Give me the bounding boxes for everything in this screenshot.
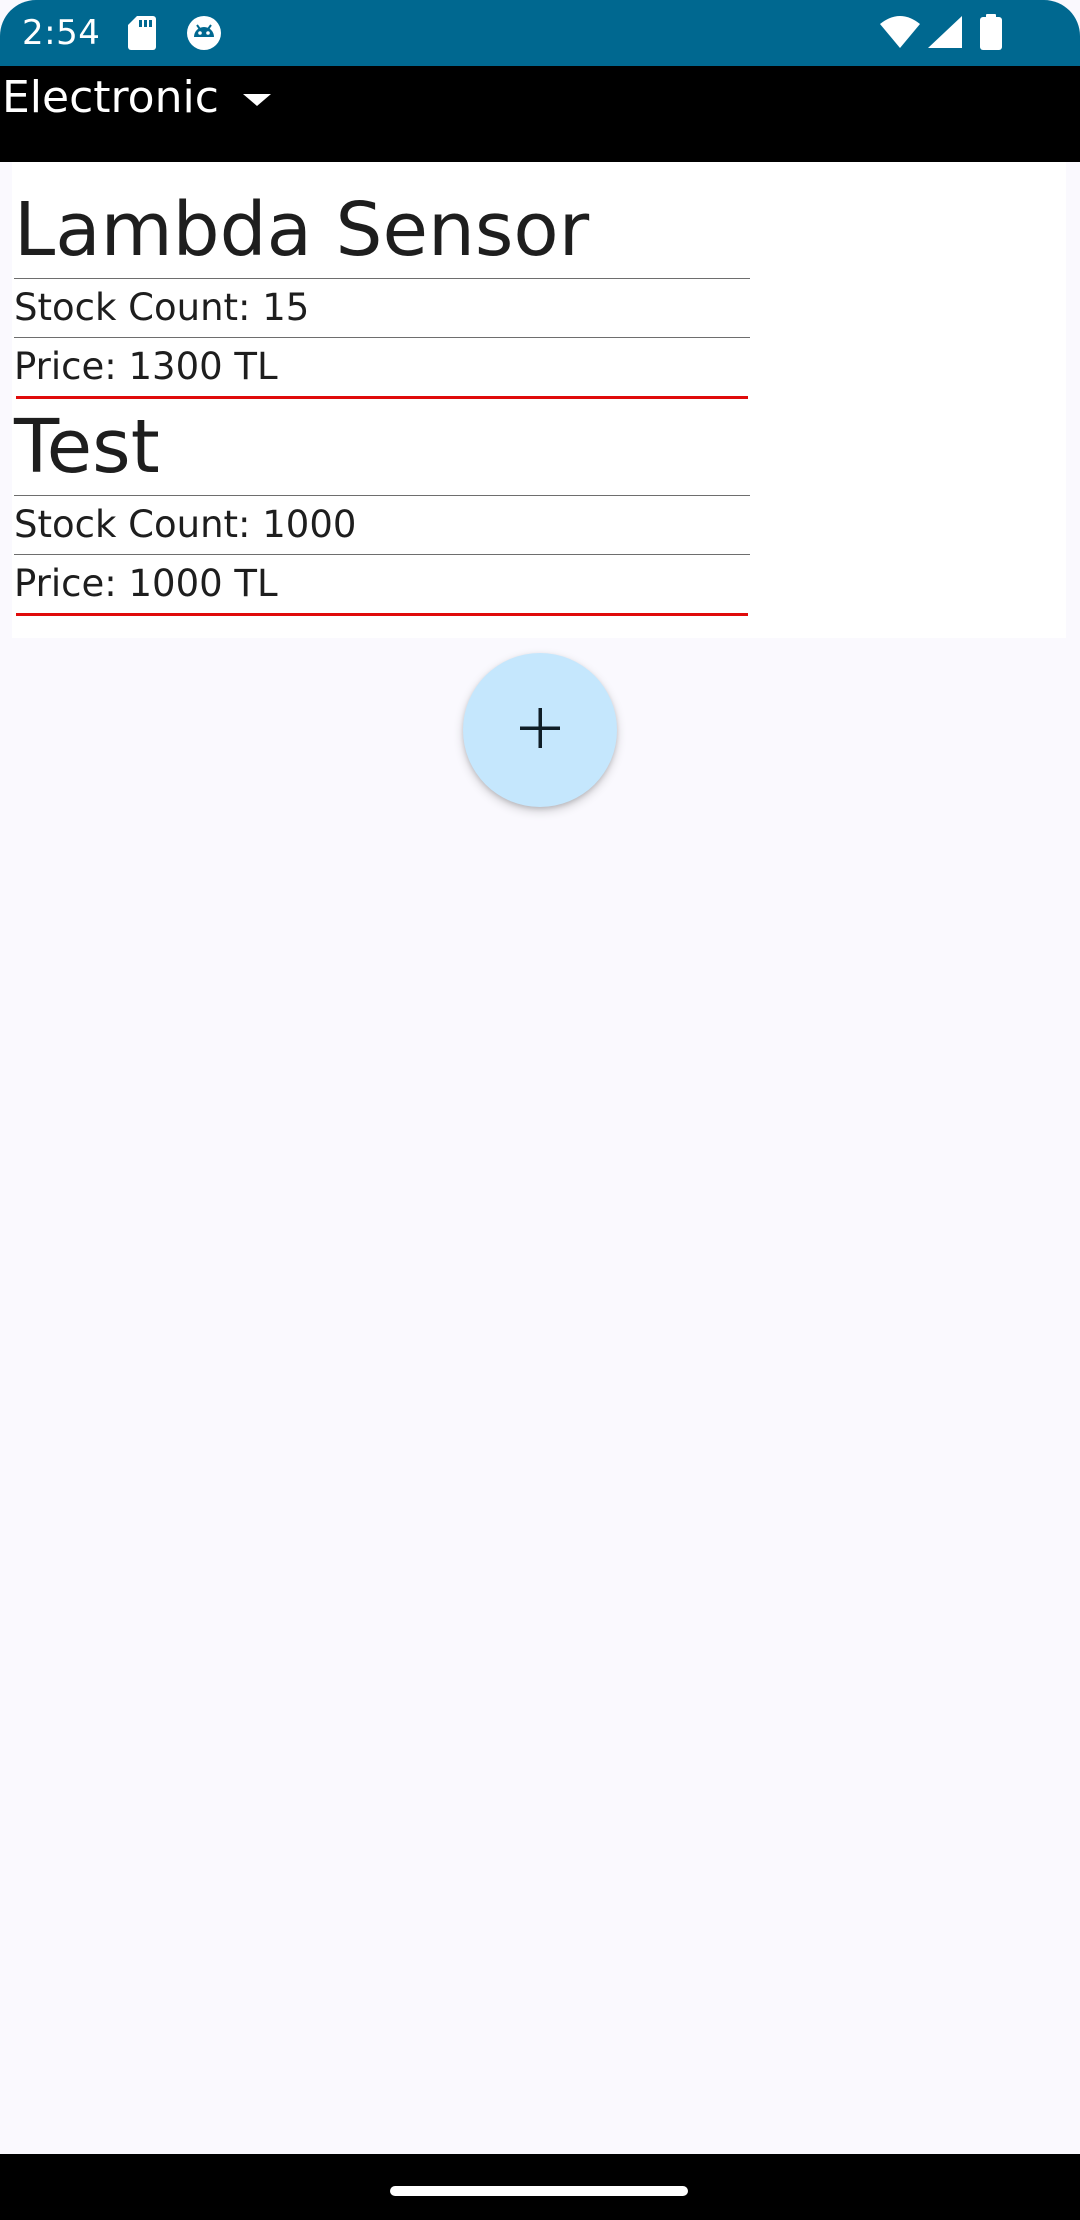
- product-stock: Stock Count: 15: [14, 286, 310, 329]
- sd-card-icon: [128, 16, 156, 54]
- android-debug-icon: [186, 15, 222, 55]
- add-product-button[interactable]: [463, 653, 617, 807]
- product-card-lambda-sensor[interactable]: Lambda Sensor Stock Count: 15 Price: 130…: [14, 162, 750, 399]
- card-separator: [16, 613, 748, 616]
- navigation-bar: [0, 2154, 1080, 2220]
- home-gesture-handle[interactable]: [390, 2186, 688, 2196]
- status-bar: 2:54: [0, 0, 1080, 66]
- wifi-icon: [880, 16, 920, 52]
- product-card-test[interactable]: Test Stock Count: 1000 Price: 1000 TL: [14, 399, 750, 616]
- plus-icon: [518, 706, 562, 754]
- category-spinner[interactable]: Electronic: [0, 66, 271, 130]
- battery-icon: [980, 14, 1002, 54]
- category-spinner-label: Electronic: [2, 72, 219, 123]
- top-bar: Electronic: [0, 66, 1080, 162]
- product-price: Price: 1300 TL: [14, 345, 278, 388]
- cell-signal-icon: [928, 16, 962, 52]
- dropdown-arrow-icon: [242, 94, 271, 106]
- product-list: Lambda Sensor Stock Count: 15 Price: 130…: [12, 162, 1066, 638]
- product-stock: Stock Count: 1000: [14, 503, 357, 546]
- product-name: Lambda Sensor: [14, 187, 590, 273]
- product-price: Price: 1000 TL: [14, 562, 278, 605]
- product-name: Test: [14, 404, 160, 490]
- status-time: 2:54: [22, 13, 101, 53]
- app-screen: 2:54 Electronic Lambda Sensor Stock Coun…: [0, 0, 1080, 2220]
